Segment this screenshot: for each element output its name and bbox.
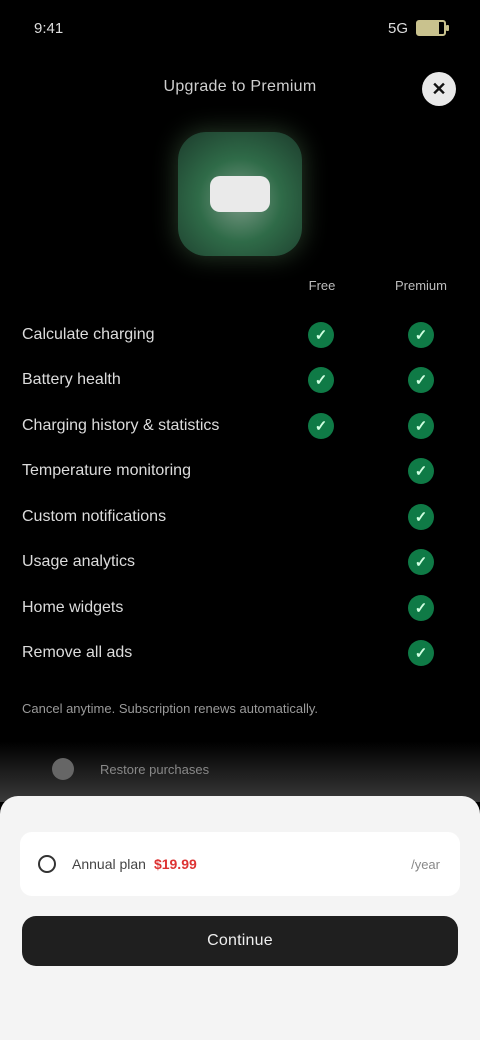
feature-row: Temperature monitoring ✓ xyxy=(0,449,480,495)
battery-logo-icon xyxy=(210,176,270,212)
status-time: 9:41 xyxy=(34,19,64,37)
feature-label: Custom notifications xyxy=(22,507,167,525)
feature-row: Home widgets ✓ xyxy=(0,585,480,631)
feature-row: Usage analytics ✓ xyxy=(0,540,480,586)
premium-check-icon: ✓ xyxy=(408,503,434,530)
status-bar: 9:41 5G xyxy=(0,0,480,56)
feature-label: Charging history & statistics xyxy=(22,416,220,434)
restore-icon xyxy=(52,758,74,780)
sheet-backdrop: Restore purchases xyxy=(0,742,480,802)
feature-label: Calculate charging xyxy=(22,325,155,343)
premium-check-icon: ✓ xyxy=(408,594,434,621)
battery-fill xyxy=(418,22,439,34)
premium-check-icon: ✓ xyxy=(408,549,434,576)
plan-option[interactable]: Annual plan $19.99 /year xyxy=(20,832,460,896)
plan-name: Annual plan xyxy=(72,856,146,872)
premium-check-icon: ✓ xyxy=(408,458,434,485)
battery-icon xyxy=(416,20,449,36)
feature-label: Usage analytics xyxy=(22,553,135,571)
plan-radio[interactable] xyxy=(38,855,56,873)
purchase-sheet: Annual plan $19.99 /year Continue xyxy=(0,796,480,1040)
restore-purchases-link[interactable]: Restore purchases xyxy=(100,762,209,777)
feature-comparison-list: Calculate charging ✓ ✓ Battery health ✓ ✓ Char… xyxy=(0,312,480,676)
premium-check-icon: ✓ xyxy=(408,367,434,394)
premium-check-icon: ✓ xyxy=(408,321,434,348)
feature-row: Charging history & statistics ✓ ✓ xyxy=(0,403,480,449)
free-check-icon: ✓ xyxy=(308,321,334,348)
premium-check-icon: ✓ xyxy=(408,640,434,667)
header: Upgrade to Premium ✕ xyxy=(0,62,480,112)
plan-price: $19.99 xyxy=(153,856,197,872)
column-free-header: Free xyxy=(308,278,336,293)
feature-row: Battery health ✓ ✓ xyxy=(0,358,480,404)
page-title: Upgrade to Premium xyxy=(163,78,317,95)
signal-indicator: 5G xyxy=(387,19,408,37)
feature-column-headers: Free Premium xyxy=(0,278,480,302)
plan-period: /year xyxy=(411,856,440,872)
app-icon xyxy=(178,132,302,256)
column-premium-header: Premium xyxy=(394,278,447,293)
feature-label: Temperature monitoring xyxy=(22,462,191,480)
feature-label: Home widgets xyxy=(22,598,124,616)
feature-row: Calculate charging ✓ ✓ xyxy=(0,312,480,358)
close-button[interactable]: ✕ xyxy=(422,72,456,106)
feature-label: Battery health xyxy=(22,371,121,389)
free-check-icon: ✓ xyxy=(308,412,334,439)
close-icon: ✕ xyxy=(431,78,447,99)
premium-check-icon: ✓ xyxy=(408,412,434,439)
terms-text: Cancel anytime. Subscription renews auto… xyxy=(22,701,319,716)
status-indicators: 5G xyxy=(387,19,449,37)
free-check-icon: ✓ xyxy=(308,367,334,394)
feature-row: Custom notifications ✓ xyxy=(0,494,480,540)
feature-row: Remove all ads ✓ xyxy=(0,631,480,677)
feature-label: Remove all ads xyxy=(22,644,133,662)
continue-button[interactable]: Continue xyxy=(22,916,458,966)
